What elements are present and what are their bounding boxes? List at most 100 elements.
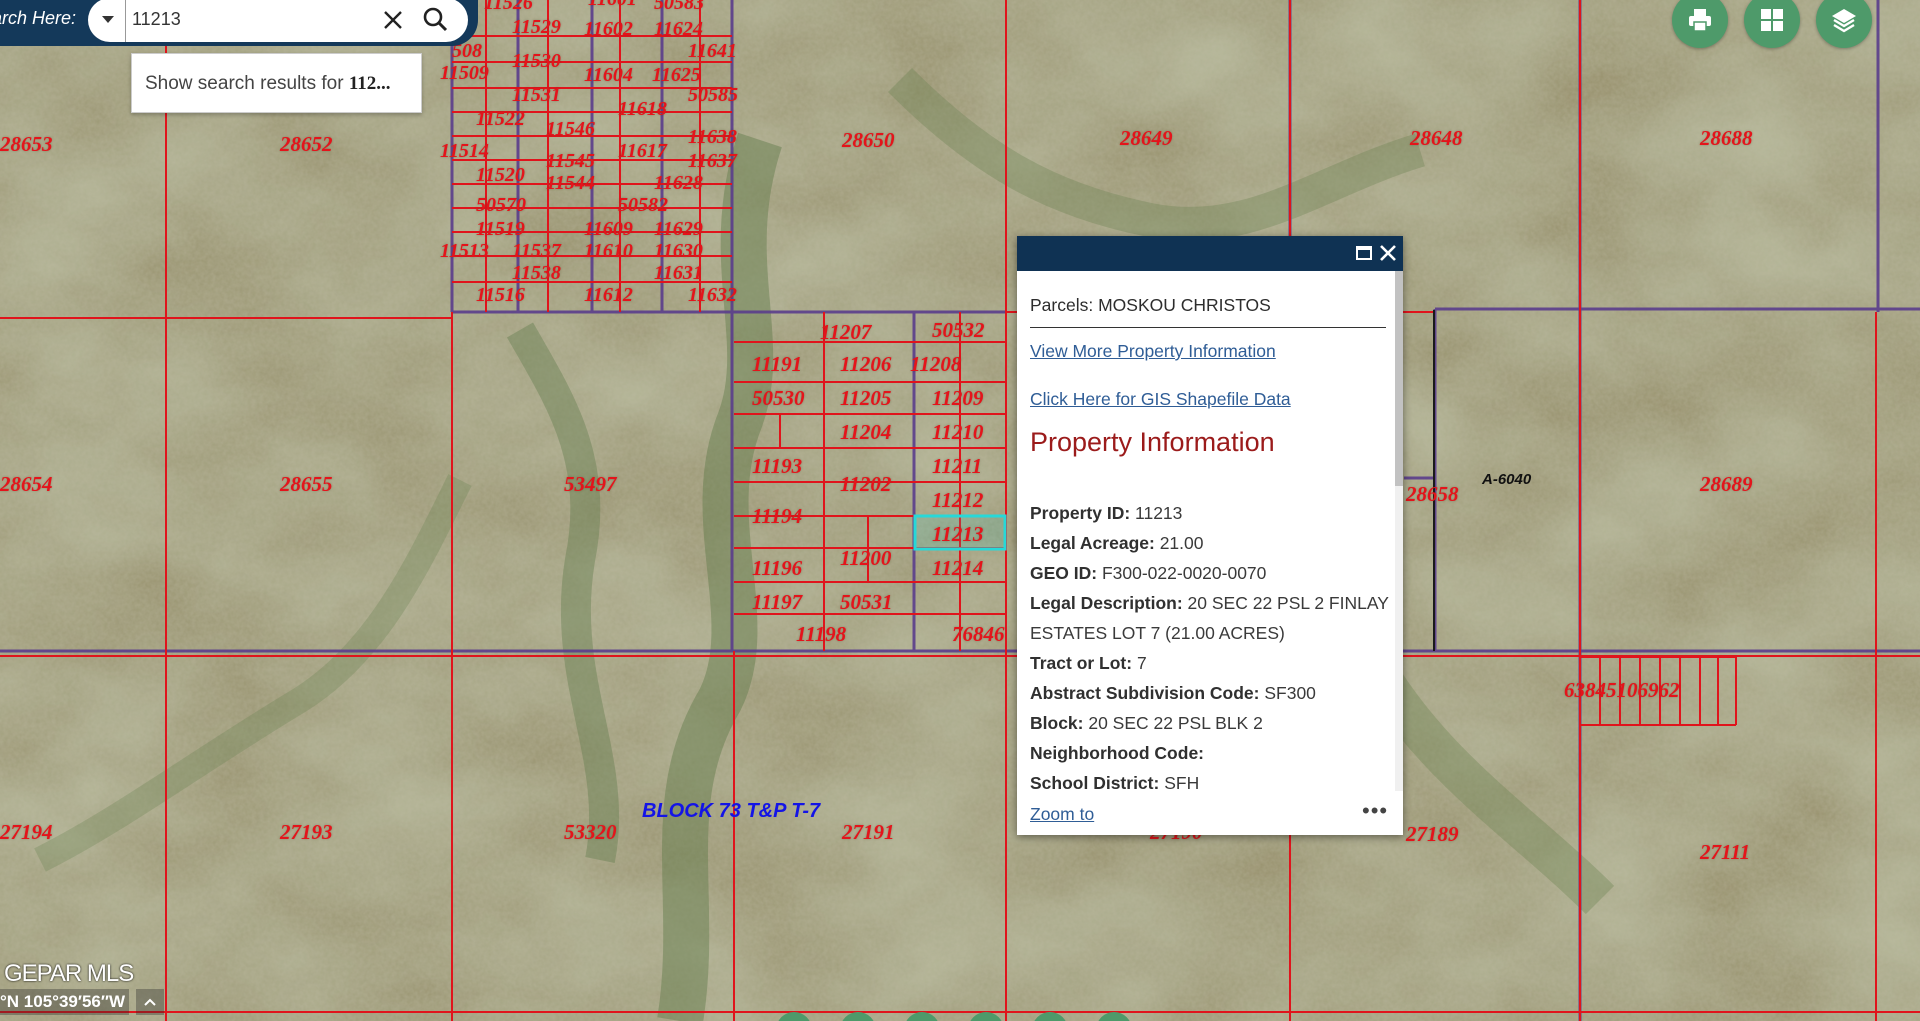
gis-shapefile-link[interactable]: Click Here for GIS Shapefile Data xyxy=(1030,389,1291,410)
parcel-label[interactable]: 11520 xyxy=(476,164,525,187)
parcel-label[interactable]: 11209 xyxy=(932,386,983,411)
parcel-label[interactable]: 11214 xyxy=(932,556,983,581)
parcel-label[interactable]: 11544 xyxy=(546,172,595,195)
popup-scrollbar[interactable] xyxy=(1395,271,1403,791)
parcel-label[interactable]: 27189 xyxy=(1406,822,1459,847)
parcel-label[interactable]: 11513 xyxy=(440,240,489,263)
parcel-label[interactable]: 11529 xyxy=(512,16,561,39)
parcel-label[interactable]: 50531 xyxy=(840,590,893,615)
field-key: Legal Acreage: xyxy=(1030,533,1155,553)
parcel-label[interactable]: 28649 xyxy=(1120,126,1173,151)
parcel-label[interactable]: 63845106962 xyxy=(1564,678,1680,703)
parcel-label[interactable]: 11631 xyxy=(654,262,703,285)
property-field: Property ID: 11213 xyxy=(1030,503,1182,524)
more-actions-button[interactable]: ••• xyxy=(1362,798,1388,824)
clear-search-button[interactable] xyxy=(378,4,408,36)
parcel-label[interactable]: 11207 xyxy=(820,320,871,345)
parcel-label[interactable]: 11197 xyxy=(752,590,802,615)
block-label: BLOCK 73 T&P T-7 xyxy=(642,800,821,822)
parcel-label[interactable]: 11641 xyxy=(688,40,737,63)
parcel-label[interactable]: 28653 xyxy=(0,132,53,157)
parcel-label[interactable]: 11202 xyxy=(840,472,891,497)
parcel-label[interactable]: 50530 xyxy=(752,386,805,411)
parcel-label[interactable]: 11602 xyxy=(584,18,633,41)
parcel-label[interactable]: 11211 xyxy=(932,454,982,479)
parcel-label[interactable]: 11630 xyxy=(654,240,703,263)
parcel-label[interactable]: 50582 xyxy=(618,194,668,217)
parcel-label[interactable]: 11212 xyxy=(932,488,983,513)
parcel-label[interactable]: 11531 xyxy=(512,84,561,107)
parcel-label[interactable]: 76846 xyxy=(952,622,1005,647)
parcel-label[interactable]: 11610 xyxy=(584,240,633,263)
parcel-label[interactable]: 28655 xyxy=(280,472,333,497)
parcel-popup: Parcels: MOSKOU CHRISTOS View More Prope… xyxy=(1017,236,1403,835)
parcel-label[interactable]: 50532 xyxy=(932,318,985,343)
maximize-popup-button[interactable] xyxy=(1353,241,1375,265)
search-input[interactable] xyxy=(132,4,362,34)
parcel-label[interactable]: 11200 xyxy=(840,546,891,571)
parcel-label[interactable]: 11617 xyxy=(618,140,667,163)
parcel-label[interactable]: 11519 xyxy=(476,218,525,241)
parcel-label[interactable]: 11537 xyxy=(512,240,561,263)
parcel-label[interactable]: 11629 xyxy=(654,218,703,241)
parcel-label[interactable]: 11509 xyxy=(440,62,489,85)
parcel-label[interactable]: 11516 xyxy=(476,284,525,307)
suggestion-term: 112... xyxy=(348,73,391,94)
parcel-label[interactable]: 53497 xyxy=(564,472,617,497)
search-source-dropdown[interactable] xyxy=(90,0,126,42)
parcel-label[interactable]: 28654 xyxy=(0,472,53,497)
parcel-label[interactable]: 11210 xyxy=(932,420,983,445)
parcel-label[interactable]: 11624 xyxy=(654,18,703,41)
parcel-label[interactable]: 11604 xyxy=(584,64,633,87)
search-box xyxy=(88,0,468,42)
parcel-label[interactable]: 11191 xyxy=(752,352,802,377)
parcel-label[interactable]: 50570 xyxy=(476,194,526,217)
parcel-label[interactable]: 28658 xyxy=(1406,482,1459,507)
parcel-label[interactable]: 11637 xyxy=(688,150,737,173)
parcel-label[interactable]: 11204 xyxy=(840,420,891,445)
parcel-label[interactable]: 53320 xyxy=(564,820,617,845)
parcel-label[interactable]: 11546 xyxy=(546,118,595,141)
close-popup-button[interactable] xyxy=(1377,241,1399,265)
parcel-label[interactable]: 11632 xyxy=(688,284,737,307)
parcel-label[interactable]: 11628 xyxy=(654,172,703,195)
parcel-label[interactable]: 50585 xyxy=(688,84,738,107)
parcel-label[interactable]: 28650 xyxy=(842,128,895,153)
parcel-label[interactable]: 27194 xyxy=(0,820,53,845)
zoom-to-link[interactable]: Zoom to xyxy=(1030,804,1094,825)
parcel-label[interactable]: 11198 xyxy=(796,622,846,647)
parcel-label[interactable]: 11522 xyxy=(476,108,525,131)
parcel-label[interactable]: 27193 xyxy=(280,820,333,845)
coordinate-toggle-button[interactable] xyxy=(136,989,164,1015)
parcel-label[interactable]: 11538 xyxy=(512,262,561,285)
map-view[interactable]: 1152611601505831162471152911602116415081… xyxy=(0,0,1920,1021)
parcel-label[interactable]: 28689 xyxy=(1700,472,1753,497)
search-suggestion[interactable]: Show search results for 112... xyxy=(131,53,422,113)
view-more-property-link[interactable]: View More Property Information xyxy=(1030,341,1276,362)
parcel-label[interactable]: 11208 xyxy=(910,352,961,377)
parcel-label[interactable]: 11205 xyxy=(840,386,891,411)
parcel-label[interactable]: 28688 xyxy=(1700,126,1753,151)
parcel-label[interactable]: 28648 xyxy=(1410,126,1463,151)
selected-parcel-label[interactable]: 11213 xyxy=(932,522,983,547)
parcel-label[interactable]: 50583 xyxy=(654,0,704,15)
parcel-label[interactable]: 11612 xyxy=(584,284,633,307)
parcel-label[interactable]: 11638 xyxy=(688,126,737,149)
parcel-label[interactable]: 11530 xyxy=(512,50,561,73)
search-button[interactable] xyxy=(418,2,454,38)
parcel-label[interactable]: 11514 xyxy=(440,140,489,163)
parcel-label[interactable]: 11609 xyxy=(584,218,633,241)
parcel-label[interactable]: 28652 xyxy=(280,132,333,157)
parcel-label[interactable]: 11618 xyxy=(618,98,667,121)
parcel-label[interactable]: 27191 xyxy=(842,820,895,845)
parcel-label[interactable]: 11526 xyxy=(484,0,533,15)
parcel-label[interactable]: 11194 xyxy=(752,504,802,529)
parcel-label[interactable]: 11196 xyxy=(752,556,802,581)
popup-scrollbar-thumb[interactable] xyxy=(1395,271,1403,486)
parcel-label[interactable]: 27111 xyxy=(1700,840,1750,865)
parcel-label[interactable]: 11193 xyxy=(752,454,802,479)
parcel-label[interactable]: 11545 xyxy=(546,150,595,173)
field-key: Property ID: xyxy=(1030,503,1131,523)
parcel-label[interactable]: 11206 xyxy=(840,352,891,377)
parcel-label[interactable]: 11601 xyxy=(588,0,637,11)
